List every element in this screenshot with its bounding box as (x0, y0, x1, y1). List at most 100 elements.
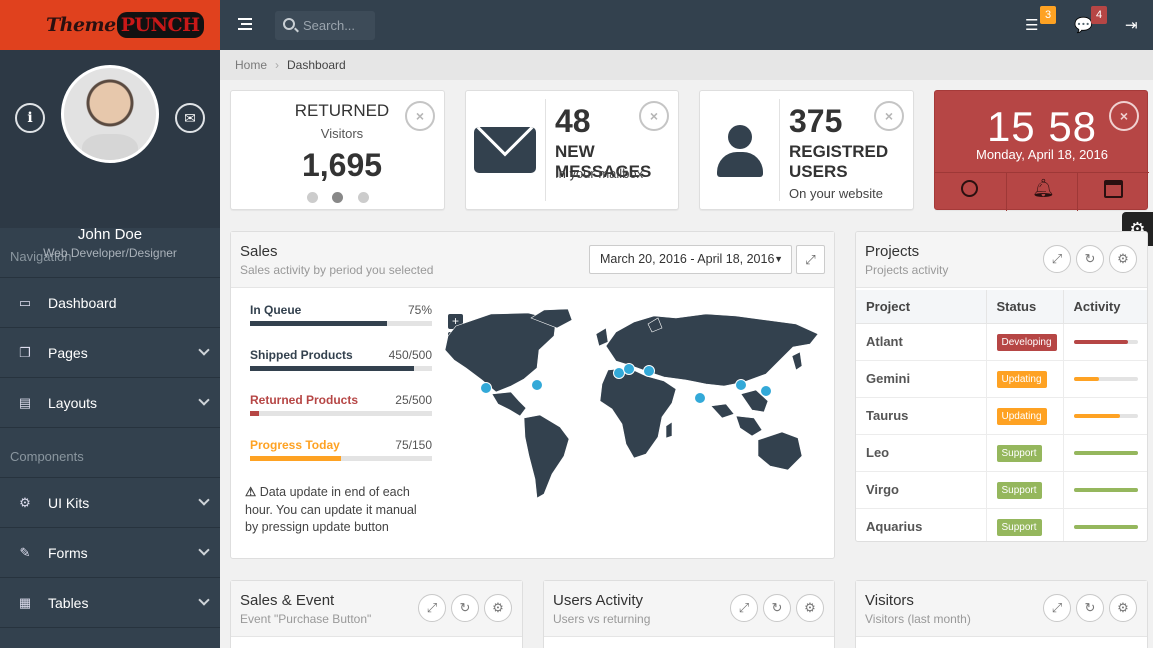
progress-label: Shipped Products (250, 348, 353, 362)
column-header: Activity (1063, 290, 1147, 324)
status-badge: Developing (996, 333, 1057, 351)
activity-bar (1073, 487, 1138, 492)
menu-toggle-icon[interactable] (238, 18, 252, 30)
panel-subtitle: Projects activity (865, 263, 949, 277)
refresh-icon[interactable]: ↻ (1076, 245, 1104, 273)
projects-table: Project Status Activity Atlant Developing… (856, 290, 1147, 541)
expand-icon[interactable]: ⤢ (1043, 245, 1071, 273)
table-row[interactable]: Leo Support (856, 434, 1147, 472)
search-box[interactable] (275, 11, 375, 40)
map-marker[interactable] (643, 365, 655, 377)
avatar[interactable] (61, 65, 159, 163)
sidebar-item-label: UI Kits (48, 494, 90, 511)
panel-subtitle: Users vs returning (553, 612, 651, 626)
sidebar-item-pages[interactable]: ❐ Pages (0, 328, 220, 378)
profile-name: John Doe (77, 226, 143, 243)
close-icon[interactable]: × (405, 101, 435, 131)
progress-label: In Queue (250, 303, 302, 317)
expand-icon[interactable]: ⤢ (418, 594, 446, 622)
sidebar-item-ui-kits[interactable]: ⚙ UI Kits (0, 478, 220, 528)
table-icon: ▦ (18, 594, 32, 610)
world-map[interactable] (436, 306, 826, 506)
progress-value: 450/500 (388, 348, 432, 362)
search-input[interactable] (303, 18, 369, 33)
brand-logo[interactable]: Theme PUNCH (0, 0, 220, 50)
logout-icon[interactable]: ⇥ (1125, 16, 1138, 34)
activity-bar (1073, 339, 1138, 344)
settings-icon[interactable]: ⚙ (1109, 594, 1137, 622)
clock-hour: 15 (986, 103, 1036, 150)
settings-icon[interactable]: ⚙ (796, 594, 824, 622)
breadcrumb-separator: › (275, 58, 280, 72)
panel-header: Sales & Event Event "Purchase Button" ⤢ … (231, 581, 522, 637)
map-marker[interactable] (531, 379, 543, 391)
projects-panel: Projects Projects activity ⤢ ↻ ⚙ Project… (855, 231, 1148, 542)
clock-icon[interactable] (961, 180, 978, 197)
carousel-dot[interactable] (358, 192, 369, 203)
expand-icon[interactable]: ⤢ (796, 245, 825, 274)
close-icon[interactable]: × (874, 101, 904, 131)
progress-fill (250, 456, 341, 461)
pages-icon: ❐ (19, 344, 31, 360)
table-row[interactable]: Atlant Developing (856, 323, 1147, 361)
expand-icon[interactable]: ⤢ (730, 594, 758, 622)
close-icon[interactable]: × (1109, 101, 1139, 131)
table-row[interactable]: Taurus Updating (856, 397, 1147, 435)
sidebar-item-tables[interactable]: ▦ Tables (0, 578, 220, 628)
tasks-icon[interactable]: ☰ (1025, 16, 1038, 34)
table-row[interactable]: Aquarius Support (856, 508, 1147, 541)
daterange-picker[interactable]: March 20, 2016 - April 18, 2016 ▼ (589, 245, 792, 274)
clock-tile: 15 58 Monday, April 18, 2016 🔔︎ × (934, 90, 1149, 211)
visitors-panel: Visitors Visitors (last month) ⤢ ↻ ⚙ (855, 580, 1148, 648)
map-marker[interactable] (613, 367, 625, 379)
sidebar-item-dashboard[interactable]: ▭ Dashboard (0, 278, 220, 328)
settings-icon[interactable]: ⚙ (1109, 245, 1137, 273)
table-row[interactable]: Virgo Support (856, 471, 1147, 509)
project-name: Leo (856, 434, 987, 472)
progress-fill (250, 411, 260, 416)
refresh-icon[interactable]: ↻ (451, 594, 479, 622)
breadcrumb-home[interactable]: Home (235, 58, 267, 72)
tile-value: 1,695 (301, 147, 383, 183)
map-marker[interactable] (480, 382, 492, 394)
sidebar-item-forms[interactable]: ✎ Forms (0, 528, 220, 578)
calendar-icon[interactable] (1104, 180, 1123, 198)
refresh-icon[interactable]: ↻ (763, 594, 791, 622)
project-name: Virgo (856, 471, 987, 509)
activity-bar (1073, 376, 1138, 381)
panel-title: Users Activity (553, 592, 644, 609)
carousel-dot-active[interactable] (332, 192, 343, 203)
refresh-icon[interactable]: ↻ (1076, 594, 1104, 622)
bell-icon[interactable]: 🔔︎ (1032, 178, 1055, 199)
activity-fill (1073, 450, 1138, 455)
sidebar-item-label: Layouts (48, 394, 98, 411)
panel-title: Sales & Event (240, 592, 335, 609)
table-row[interactable]: Gemini Updating (856, 360, 1147, 398)
table-header-row: Project Status Activity (856, 290, 1147, 324)
map-marker[interactable] (735, 379, 747, 391)
panel-header: Sales Sales activity by period you selec… (231, 232, 834, 288)
comments-icon[interactable]: 💬 (1074, 16, 1093, 34)
carousel-dot[interactable] (307, 192, 318, 203)
sidebar-item-layouts[interactable]: ▤ Layouts (0, 378, 220, 428)
mail-icon[interactable]: ✉ (175, 103, 205, 133)
settings-icon[interactable]: ⚙ (484, 594, 512, 622)
progress-value: 75% (407, 303, 432, 317)
sidebar: Theme PUNCH i ✉ John Doe Web Developer/De… (0, 0, 220, 648)
logo-text: Theme PUNCH (46, 12, 204, 38)
info-icon[interactable]: i (15, 103, 45, 133)
expand-icon[interactable]: ⤢ (1043, 594, 1071, 622)
tile-subtitle: On your website (789, 186, 883, 201)
progress-label: Returned Products (250, 393, 359, 407)
caret-down-icon: ▼ (774, 254, 783, 264)
column-header: Status (986, 290, 1064, 324)
panel-header: Visitors Visitors (last month) ⤢ ↻ ⚙ (856, 581, 1147, 637)
map-marker[interactable] (760, 385, 772, 397)
map-marker[interactable] (694, 392, 706, 404)
map-marker[interactable] (623, 363, 635, 375)
sidebar-item-label: Dashboard (48, 294, 117, 311)
panel-subtitle: Visitors (last month) (865, 612, 971, 626)
sales-event-panel: Sales & Event Event "Purchase Button" ⤢ … (230, 580, 523, 648)
activity-bar (1073, 413, 1138, 418)
close-icon[interactable]: × (639, 101, 669, 131)
